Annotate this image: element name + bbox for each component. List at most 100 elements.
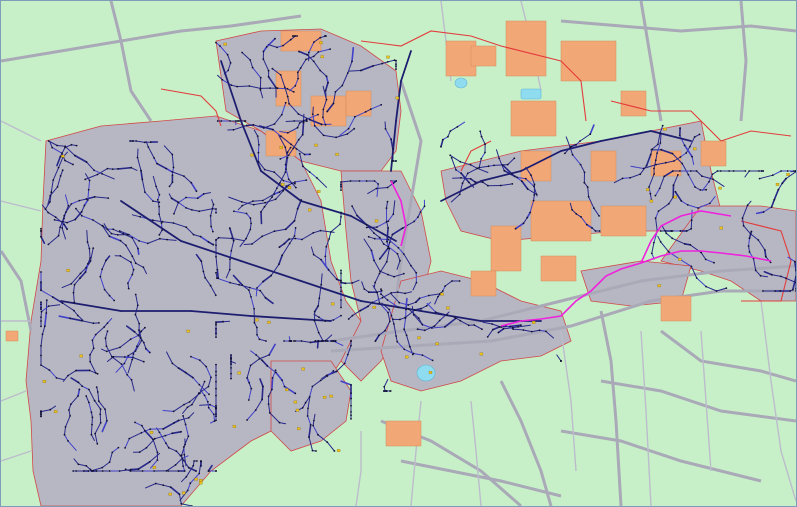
asset-marker-icon[interactable] <box>646 188 650 192</box>
network-node <box>294 84 297 87</box>
network-node <box>392 318 394 321</box>
asset-marker-icon[interactable] <box>479 352 484 356</box>
asset-marker-icon[interactable] <box>297 427 301 431</box>
asset-marker-icon[interactable] <box>405 355 409 359</box>
network-node <box>679 230 682 232</box>
asset-marker-icon[interactable] <box>719 226 723 230</box>
network-node <box>399 259 401 262</box>
network-node <box>70 143 73 146</box>
asset-marker-icon[interactable] <box>66 269 70 272</box>
asset-marker-icon[interactable] <box>317 190 321 193</box>
asset-marker-icon[interactable] <box>395 96 399 100</box>
asset-marker-icon[interactable] <box>335 152 339 156</box>
network-node <box>92 219 94 221</box>
network-node <box>252 124 255 126</box>
network-node <box>279 158 282 160</box>
network-node <box>148 460 151 463</box>
asset-marker-icon[interactable] <box>223 42 227 46</box>
network-node <box>403 328 405 331</box>
network-node <box>351 60 353 63</box>
asset-marker-icon[interactable] <box>319 41 323 45</box>
asset-marker-icon[interactable] <box>237 371 241 375</box>
network-node <box>314 340 317 342</box>
asset-marker-icon[interactable] <box>168 492 172 496</box>
asset-marker-icon[interactable] <box>295 408 300 412</box>
asset-marker-icon[interactable] <box>199 481 203 485</box>
asset-marker-icon[interactable] <box>285 388 289 392</box>
network-node <box>679 127 681 129</box>
asset-marker-icon[interactable] <box>54 410 58 413</box>
network-node <box>365 180 368 182</box>
asset-marker-icon[interactable] <box>693 147 697 151</box>
network-node <box>86 241 89 243</box>
asset-marker-icon[interactable] <box>79 354 83 358</box>
network-node <box>392 160 395 162</box>
asset-marker-icon[interactable] <box>307 208 312 212</box>
network-node <box>583 181 586 184</box>
asset-marker-icon[interactable] <box>649 199 654 203</box>
asset-marker-icon[interactable] <box>42 380 47 383</box>
network-node <box>49 201 51 203</box>
network-node <box>395 65 397 68</box>
network-node <box>105 259 107 262</box>
network-node <box>501 164 504 166</box>
asset-marker-icon[interactable] <box>440 292 444 296</box>
network-node <box>105 350 108 353</box>
network-node <box>119 255 122 257</box>
asset-marker-icon[interactable] <box>279 146 283 149</box>
asset-marker-icon[interactable] <box>663 127 667 131</box>
network-node <box>353 127 356 130</box>
asset-marker-icon[interactable] <box>152 466 157 469</box>
asset-marker-icon[interactable] <box>532 321 536 324</box>
asset-marker-icon[interactable] <box>775 183 780 186</box>
network-node <box>587 195 590 198</box>
network-node <box>128 437 131 440</box>
asset-marker-icon[interactable] <box>428 371 433 374</box>
asset-marker-icon[interactable] <box>314 143 318 147</box>
network-node <box>125 244 127 247</box>
network-node <box>774 290 776 292</box>
asset-marker-icon[interactable] <box>232 425 237 428</box>
network-node <box>299 67 302 69</box>
network-node <box>297 113 300 115</box>
asset-marker-icon[interactable] <box>386 55 390 59</box>
asset-marker-icon[interactable] <box>374 219 379 223</box>
asset-marker-icon[interactable] <box>199 479 203 482</box>
asset-marker-icon[interactable] <box>329 394 333 398</box>
asset-marker-icon[interactable] <box>280 183 285 186</box>
asset-marker-icon[interactable] <box>673 195 677 199</box>
asset-marker-icon[interactable] <box>718 186 722 190</box>
asset-marker-icon[interactable] <box>417 336 421 340</box>
network-node <box>295 186 297 189</box>
asset-marker-icon[interactable] <box>186 329 190 333</box>
asset-marker-icon[interactable] <box>657 284 661 288</box>
network-node <box>249 59 252 61</box>
asset-marker-icon[interactable] <box>182 491 186 495</box>
asset-marker-icon[interactable] <box>293 400 298 404</box>
network-node <box>593 207 595 210</box>
asset-marker-icon[interactable] <box>331 302 335 306</box>
network-node <box>286 156 289 159</box>
asset-marker-icon[interactable] <box>446 306 450 310</box>
asset-marker-icon[interactable] <box>149 431 154 434</box>
asset-marker-icon[interactable] <box>61 154 65 158</box>
asset-marker-icon[interactable] <box>301 367 305 371</box>
asset-marker-icon[interactable] <box>435 342 439 346</box>
asset-marker-icon[interactable] <box>786 173 790 176</box>
network-node <box>246 419 249 421</box>
asset-marker-icon[interactable] <box>255 318 259 322</box>
asset-marker-icon[interactable] <box>372 305 376 309</box>
asset-marker-icon[interactable] <box>322 395 327 399</box>
asset-marker-icon[interactable] <box>267 320 271 324</box>
network-node <box>207 385 210 388</box>
asset-marker-icon[interactable] <box>287 186 292 189</box>
asset-marker-icon[interactable] <box>250 153 254 157</box>
asset-marker-icon[interactable] <box>678 257 682 261</box>
asset-marker-icon[interactable] <box>336 449 341 452</box>
asset-marker-icon[interactable] <box>320 55 324 59</box>
network-node <box>215 41 217 44</box>
network-node <box>215 380 217 383</box>
utility-network-map[interactable] <box>1 1 796 506</box>
network-node <box>171 432 174 435</box>
asset-marker-icon[interactable] <box>194 477 198 481</box>
